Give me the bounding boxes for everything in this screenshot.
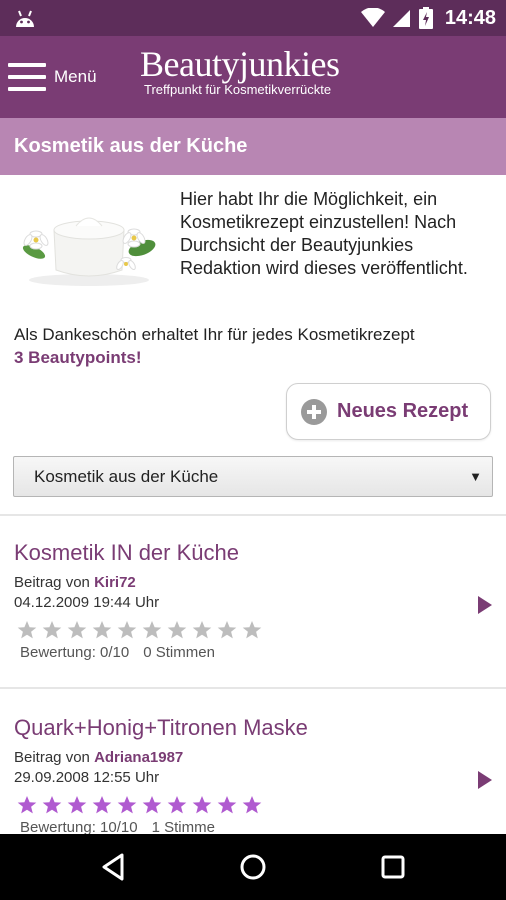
star-empty-icon	[142, 621, 162, 639]
rating-label: Bewertung: 0/10	[20, 644, 130, 661]
menu-label: Menü	[54, 67, 97, 86]
wifi-icon	[360, 8, 385, 27]
battery-icon	[418, 7, 433, 29]
intro-text: Hier habt Ihr die Möglichkeit, ein Kosme…	[180, 189, 468, 278]
post-list-item[interactable]: Kosmetik IN der Küche Beitrag von Kiri72…	[0, 540, 506, 710]
star-filled-icon	[242, 796, 262, 814]
brand-name: Beautyjunkies	[140, 44, 340, 84]
brand-logo: Beautyjunkies Treffpunkt für Kosmetikver…	[140, 44, 380, 97]
category-select[interactable]: Kosmetik aus der Küche ▼	[13, 456, 493, 497]
page-title: Kosmetik aus der Küche	[14, 135, 248, 157]
chevron-right-icon	[478, 771, 492, 789]
star-empty-icon	[67, 621, 87, 639]
star-filled-icon	[17, 796, 37, 814]
post-date: 29.09.2008 12:55 Uhr	[14, 769, 160, 786]
star-empty-icon	[17, 621, 37, 639]
star-filled-icon	[217, 796, 237, 814]
post-author: Kiri72	[94, 574, 136, 591]
android-icon	[16, 10, 34, 27]
thanks-text: Als Dankeschön erhaltet Ihr für jedes Ko…	[14, 323, 494, 369]
new-recipe-button[interactable]: Neues Rezept	[286, 383, 491, 440]
cell-signal-icon	[392, 10, 410, 27]
star-filled-icon	[117, 796, 137, 814]
menu-button[interactable]: Menü	[8, 57, 97, 97]
clock: 14:48	[444, 6, 496, 29]
back-icon[interactable]	[98, 852, 128, 882]
star-empty-icon	[42, 621, 62, 639]
post-author-line: Beitrag von Adriana1987	[14, 749, 183, 766]
star-filled-icon	[42, 796, 62, 814]
thanks-message: Als Dankeschön erhaltet Ihr für jedes Ko…	[14, 325, 415, 344]
dropdown-caret-icon: ▼	[469, 469, 482, 484]
star-empty-icon	[92, 621, 112, 639]
app-bar: Menü Beautyjunkies Treffpunkt für Kosmet…	[0, 36, 506, 118]
status-bar: 14:48	[0, 0, 506, 36]
author-prefix: Beitrag von	[14, 574, 90, 591]
star-filled-icon	[192, 796, 212, 814]
star-empty-icon	[242, 621, 262, 639]
divider	[0, 514, 506, 516]
star-filled-icon	[92, 796, 112, 814]
cream-jar-image	[22, 217, 156, 286]
star-empty-icon	[167, 621, 187, 639]
rating-summary: Bewertung: 0/10 0 Stimmen	[20, 644, 215, 661]
divider	[0, 687, 506, 689]
chevron-right-icon	[478, 596, 492, 614]
rating-stars	[17, 620, 262, 640]
post-title: Quark+Honig+Titronen Maske	[14, 715, 308, 740]
post-author: Adriana1987	[94, 749, 184, 766]
rating-stars	[17, 795, 262, 815]
beautypoints-label: 3 Beautypoints!	[14, 348, 142, 367]
post-title: Kosmetik IN der Küche	[14, 540, 239, 565]
post-author-line: Beitrag von Kiri72	[14, 574, 136, 591]
recents-icon[interactable]	[378, 852, 408, 882]
section-header: Kosmetik aus der Küche	[0, 118, 506, 175]
star-filled-icon	[167, 796, 187, 814]
category-select-value: Kosmetik aus der Küche	[34, 467, 219, 486]
author-prefix: Beitrag von	[14, 749, 90, 766]
home-icon[interactable]	[238, 852, 268, 882]
navigation-bar	[0, 834, 506, 900]
post-date: 04.12.2009 19:44 Uhr	[14, 594, 160, 611]
plus-circle-icon	[301, 398, 327, 425]
star-empty-icon	[192, 621, 212, 639]
star-empty-icon	[217, 621, 237, 639]
votes-label: 0 Stimmen	[143, 644, 215, 661]
star-filled-icon	[67, 796, 87, 814]
hamburger-icon	[8, 62, 46, 92]
brand-tagline: Treffpunkt für Kosmetikverrückte	[144, 82, 332, 97]
new-recipe-label: Neues Rezept	[337, 400, 469, 422]
star-empty-icon	[117, 621, 137, 639]
star-filled-icon	[142, 796, 162, 814]
